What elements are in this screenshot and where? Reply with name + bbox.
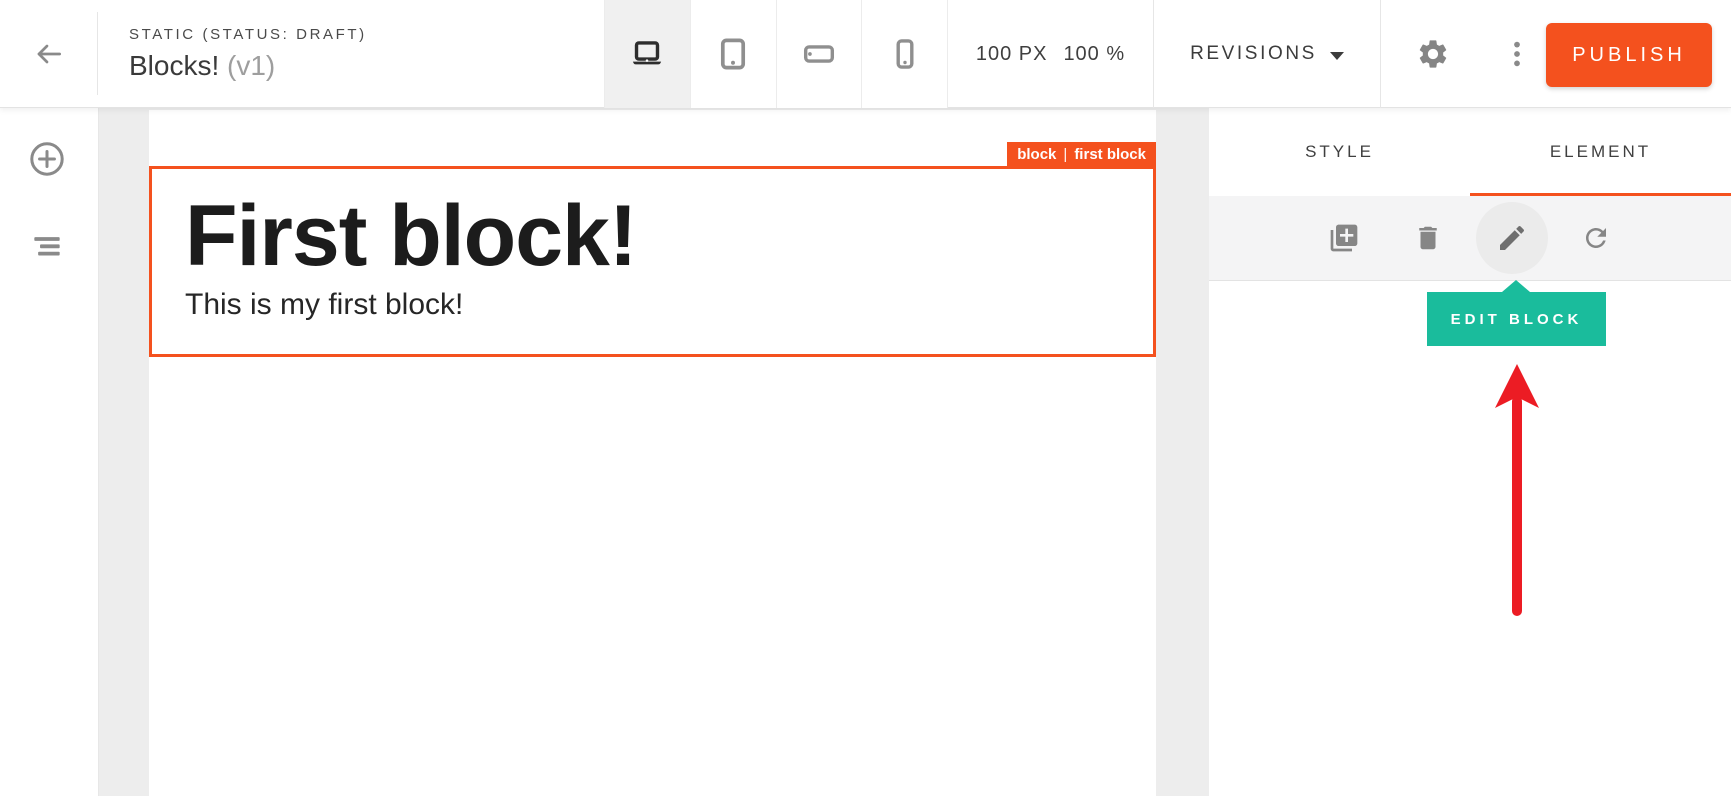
duplicate-icon [1328,222,1360,254]
pencil-icon [1496,222,1528,254]
viewport-width-value: 100 PX [976,43,1048,66]
back-button[interactable] [0,0,97,108]
page-title: Blocks! (v1) [129,50,367,82]
tab-element[interactable]: ELEMENT [1470,108,1731,196]
header-divider [97,12,98,95]
device-tablet-button[interactable] [690,0,776,108]
block-tag-separator: | [1063,146,1067,163]
page-title-text: Blocks! [129,50,219,81]
status-label: STATIC (STATUS: DRAFT) [129,26,367,43]
kebab-menu-icon [1502,39,1532,69]
selected-block[interactable]: First block! This is my first block! [149,166,1156,357]
block-tag-type: block [1017,146,1056,163]
duplicate-block-button[interactable] [1327,221,1361,255]
refresh-icon [1581,223,1611,253]
inspector-panel: STYLE ELEMENT [1209,108,1731,796]
revisions-label: REVISIONS [1190,43,1317,65]
device-phone-portrait-button[interactable] [861,0,948,108]
trash-icon [1413,223,1443,253]
edit-block-button[interactable] [1495,221,1529,255]
add-circle-icon [28,140,66,178]
more-options-button[interactable] [1496,27,1538,81]
delete-block-button[interactable] [1411,221,1445,255]
laptop-icon [630,37,664,71]
add-block-button[interactable] [27,139,67,179]
device-phone-landscape-button[interactable] [776,0,862,108]
block-subtitle: This is my first block! [185,288,1143,322]
page-title-group: STATIC (STATUS: DRAFT) Blocks! (v1) [129,26,367,82]
phone-portrait-icon [888,37,922,71]
device-preview-switcher [604,0,948,108]
revisions-dropdown[interactable]: REVISIONS [1153,0,1381,108]
editor-canvas: block | first block First block! This is… [99,108,1209,796]
left-sidebar [0,108,99,796]
block-heading: First block! [185,192,1143,281]
block-label-badge: block | first block [1007,142,1156,166]
tab-style[interactable]: STYLE [1209,108,1470,196]
phone-landscape-icon [802,37,836,71]
app-window: STATIC (STATUS: DRAFT) Blocks! (v1) [0,0,1731,796]
back-arrow-icon [33,38,65,70]
top-toolbar: STATIC (STATUS: DRAFT) Blocks! (v1) [0,0,1731,108]
blocks-list-button[interactable] [27,226,67,266]
element-toolbar [1209,196,1731,281]
device-desktop-button[interactable] [604,0,690,108]
tooltip-pointer [1502,280,1530,292]
settings-button[interactable] [1408,27,1458,81]
blocks-list-icon [28,227,66,265]
chevron-down-icon [1330,52,1344,60]
version-badge: (v1) [227,50,275,81]
inspector-tabs: STYLE ELEMENT [1209,108,1731,196]
edit-block-tooltip: EDIT BLOCK [1427,292,1606,346]
tablet-icon [716,37,750,71]
gear-icon [1416,37,1450,71]
publish-button[interactable]: PUBLISH [1546,23,1712,87]
refresh-block-button[interactable] [1579,221,1613,255]
viewport-size-info: 100 PX 100 % [948,0,1153,108]
block-tag-name: first block [1074,146,1146,163]
viewport-zoom-value: 100 % [1063,43,1125,66]
